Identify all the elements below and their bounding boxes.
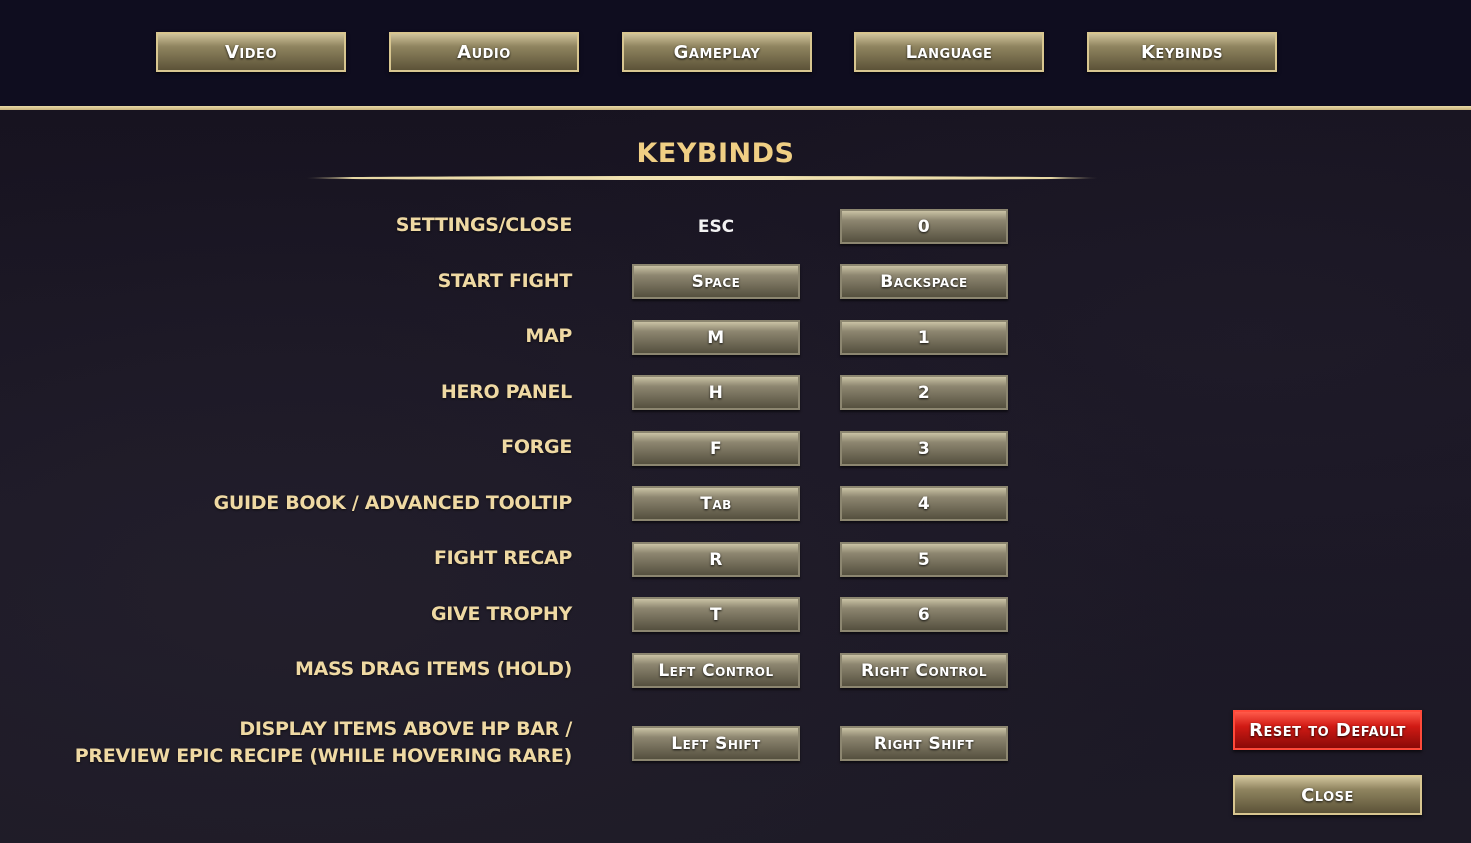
keybind-secondary-map[interactable]: 1 — [840, 320, 1008, 355]
keybind-label-fight-recap: FIGHT RECAP — [433, 547, 572, 569]
tab-keybinds[interactable]: Keybinds — [1087, 32, 1277, 72]
keybind-primary-display-items[interactable]: Left Shift — [632, 726, 800, 761]
keybind-label-give-trophy: GIVE TROPHY — [431, 603, 572, 625]
keybind-secondary-settings-close[interactable]: 0 — [840, 209, 1008, 244]
keybind-primary-settings-close: ESC — [697, 216, 735, 237]
title-underline — [306, 176, 1098, 180]
keybind-primary-map[interactable]: M — [632, 320, 800, 355]
section-title: KEYBINDS — [636, 138, 795, 169]
tab-video[interactable]: Video — [156, 32, 346, 72]
keybind-label-guide-book: GUIDE BOOK / ADVANCED TOOLTIP — [213, 492, 573, 514]
keybind-primary-give-trophy[interactable]: T — [632, 597, 800, 632]
keybind-secondary-start-fight[interactable]: Backspace — [840, 264, 1008, 299]
keybind-secondary-hero-panel[interactable]: 2 — [840, 375, 1008, 410]
keybind-label-display-items: DISPLAY ITEMS ABOVE HP BAR / PREVIEW EPI… — [12, 716, 573, 770]
keybind-label-display-items-line1: DISPLAY ITEMS ABOVE HP BAR / — [239, 718, 572, 740]
keybind-label-start-fight: START FIGHT — [437, 270, 573, 292]
keybind-primary-hero-panel[interactable]: H — [632, 375, 800, 410]
reset-to-default-button[interactable]: Reset to Default — [1233, 710, 1422, 750]
keybind-label-map: MAP — [525, 325, 572, 347]
keybind-secondary-give-trophy[interactable]: 6 — [840, 597, 1008, 632]
keybind-secondary-display-items[interactable]: Right Shift — [840, 726, 1008, 761]
tab-gameplay[interactable]: Gameplay — [622, 32, 812, 72]
keybind-secondary-forge[interactable]: 3 — [840, 431, 1008, 466]
close-button[interactable]: Close — [1233, 775, 1422, 815]
keybind-label-hero-panel: HERO PANEL — [440, 381, 572, 403]
keybind-primary-mass-drag[interactable]: Left Control — [632, 653, 800, 688]
tab-audio[interactable]: Audio — [389, 32, 579, 72]
keybind-secondary-mass-drag[interactable]: Right Control — [840, 653, 1008, 688]
keybind-primary-forge[interactable]: F — [632, 431, 800, 466]
keybind-primary-start-fight[interactable]: Space — [632, 264, 800, 299]
keybind-primary-fight-recap[interactable]: R — [632, 542, 800, 577]
keybind-secondary-fight-recap[interactable]: 5 — [840, 542, 1008, 577]
keybind-label-forge: FORGE — [501, 436, 572, 458]
keybind-primary-guide-book[interactable]: Tab — [632, 486, 800, 521]
keybind-secondary-guide-book[interactable]: 4 — [840, 486, 1008, 521]
keybind-label-display-items-line2: PREVIEW EPIC RECIPE (WHILE HOVERING RARE… — [74, 745, 573, 767]
tab-language[interactable]: Language — [854, 32, 1044, 72]
top-nav-divider — [0, 106, 1471, 110]
keybind-label-settings-close: SETTINGS/CLOSE — [395, 214, 573, 236]
keybind-label-mass-drag: MASS DRAG ITEMS (HOLD) — [295, 658, 572, 680]
